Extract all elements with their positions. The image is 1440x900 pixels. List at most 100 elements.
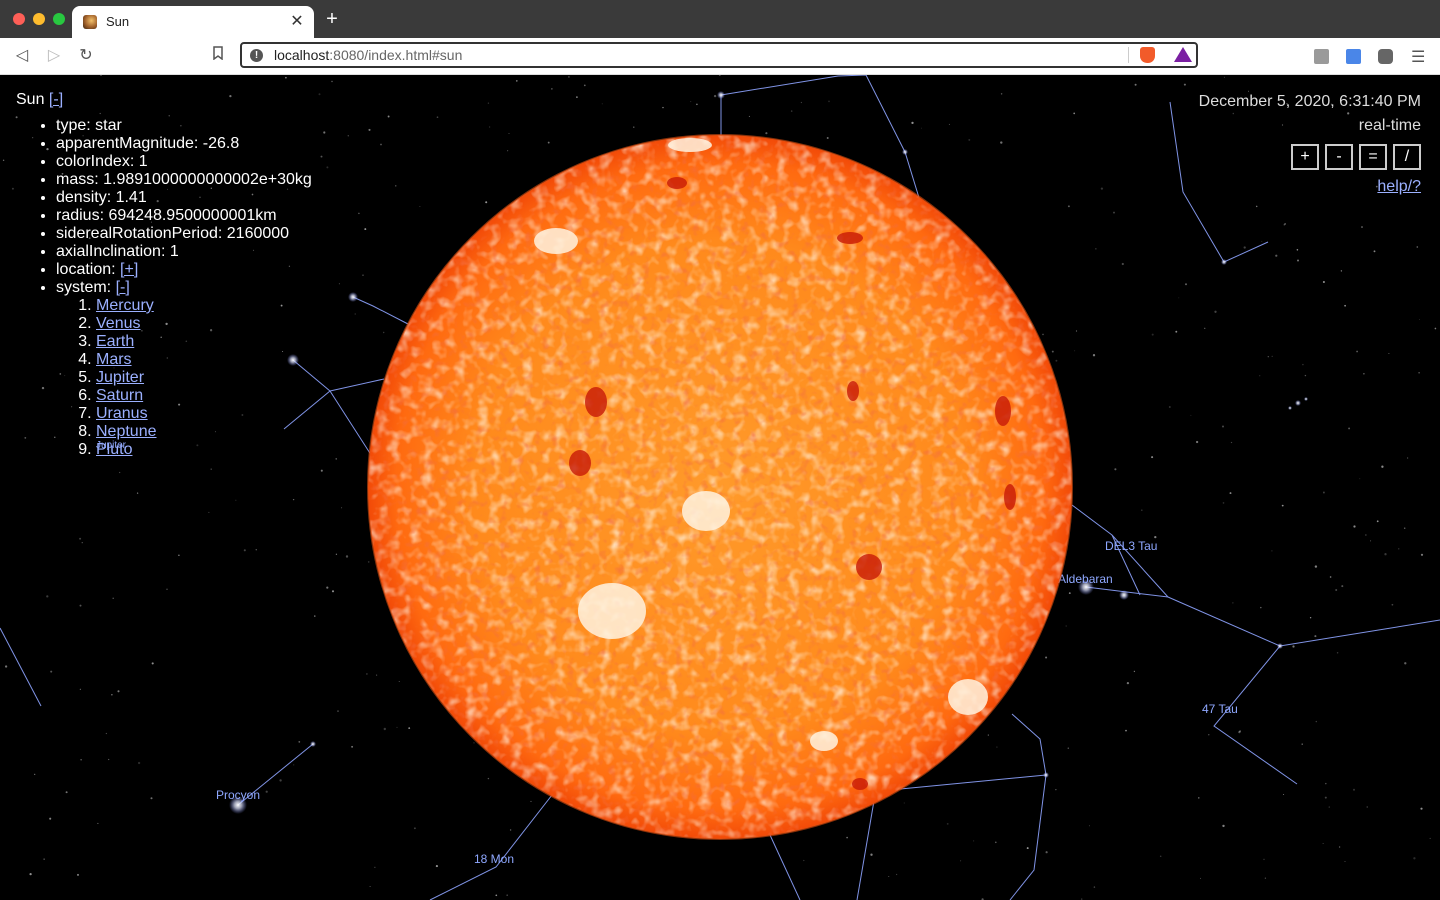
slow-down-button[interactable]: -	[1325, 144, 1353, 170]
collapse-system-link[interactable]: [-]	[116, 279, 130, 296]
planet-link-mercury[interactable]: Mercury	[96, 297, 154, 314]
address-bar[interactable]: ! localhost:8080/index.html#sun	[240, 42, 1198, 68]
background-star	[210, 468, 212, 470]
background-star	[1067, 747, 1070, 749]
property-density: density: 1.41	[56, 189, 312, 207]
back-icon[interactable]: ◁	[12, 46, 32, 66]
background-star	[436, 116, 439, 119]
background-star	[387, 115, 390, 118]
browser-toolbar: ◁ ▷ ↻ ! localhost:8080/index.html#sun ☰	[0, 38, 1440, 75]
background-star	[1381, 465, 1384, 468]
background-star	[1183, 83, 1186, 86]
background-star	[1344, 860, 1346, 862]
background-star	[487, 777, 490, 780]
background-star	[1239, 730, 1241, 732]
background-star	[485, 201, 488, 204]
background-star	[1198, 797, 1200, 799]
background-star	[1126, 681, 1130, 685]
background-star	[718, 75, 721, 76]
background-star	[488, 126, 491, 128]
planet-link-earth[interactable]: Earth	[96, 333, 134, 350]
planet-link-saturn[interactable]: Saturn	[96, 387, 143, 404]
site-info-icon[interactable]: !	[250, 49, 263, 62]
background-star	[1168, 406, 1171, 408]
background-star	[1314, 635, 1317, 638]
menu-icon[interactable]: ☰	[1411, 47, 1425, 67]
star-label-procyon[interactable]: Procyon	[216, 788, 260, 802]
reverse-button[interactable]: /	[1393, 144, 1421, 170]
extension-icon[interactable]	[1314, 49, 1329, 64]
background-star	[800, 101, 803, 104]
background-star	[948, 123, 950, 125]
background-star	[1067, 205, 1070, 208]
property-axial-inclination: axialInclination: 1	[56, 243, 312, 261]
brave-rewards-icon[interactable]	[1174, 47, 1192, 62]
speed-up-button[interactable]: +	[1291, 144, 1319, 170]
background-star	[435, 865, 438, 868]
reload-icon[interactable]: ↻	[76, 46, 96, 66]
background-star	[487, 102, 490, 104]
background-star	[2, 159, 5, 162]
star-label-del3-tau[interactable]: DEL3 Tau	[1105, 539, 1157, 553]
background-star	[1359, 478, 1361, 480]
planet-link-uranus[interactable]: Uranus	[96, 405, 148, 422]
background-star	[1175, 330, 1178, 333]
background-star	[341, 507, 343, 509]
planet-link-jupiter[interactable]: Jupiter	[96, 369, 144, 386]
star-label-aldebaran[interactable]: Aldebaran	[1058, 572, 1113, 586]
background-star	[4, 665, 8, 668]
translate-icon[interactable]	[1346, 49, 1361, 64]
background-star	[395, 185, 397, 187]
collapse-info-link[interactable]: [-]	[49, 91, 63, 108]
close-tab-icon[interactable]: ✕	[288, 11, 306, 31]
star-label-47-tau[interactable]: 47 Tau	[1202, 702, 1238, 716]
background-star	[1271, 355, 1273, 358]
background-star	[46, 595, 49, 598]
planet-link-venus[interactable]: Venus	[96, 315, 140, 332]
background-star	[870, 853, 873, 856]
background-star	[345, 555, 349, 558]
background-star	[1366, 806, 1368, 808]
system-item: Jupiter	[96, 369, 312, 387]
minimize-window-button[interactable]	[33, 13, 45, 25]
sun-sphere[interactable]	[367, 134, 1073, 840]
background-star	[996, 746, 998, 748]
background-star	[335, 458, 337, 460]
real-time-button[interactable]: =	[1359, 144, 1387, 170]
background-star	[1283, 793, 1285, 796]
background-star	[398, 681, 400, 682]
background-star	[1309, 617, 1312, 619]
star-label-18-mon[interactable]: 18 Mon	[474, 852, 514, 866]
system-item: Mercury	[96, 297, 312, 315]
maximize-window-button[interactable]	[53, 13, 65, 25]
new-tab-button[interactable]: +	[322, 9, 342, 29]
background-star	[77, 873, 79, 876]
background-star	[1221, 425, 1225, 428]
close-window-button[interactable]	[13, 13, 25, 25]
background-star	[1264, 877, 1267, 879]
background-star	[530, 800, 532, 802]
help-link[interactable]: help/?	[1199, 178, 1421, 196]
property-mass: mass: 1.9891000000000002e+30kg	[56, 171, 312, 189]
property-location: location: [+]	[56, 261, 312, 279]
planet-link-mars[interactable]: Mars	[96, 351, 132, 368]
background-star	[1398, 548, 1400, 550]
bookmark-icon[interactable]	[208, 46, 228, 66]
background-star	[1340, 270, 1343, 272]
background-star	[1322, 491, 1325, 494]
property-radius: radius: 694248.9500000001km	[56, 207, 312, 225]
jupiter-tooltip: Jupiter	[96, 440, 127, 451]
background-star	[1000, 93, 1003, 95]
background-star	[1208, 734, 1210, 736]
forward-icon[interactable]: ▷	[44, 46, 64, 66]
browser-tab[interactable]: Sun ✕	[72, 6, 314, 38]
background-star	[828, 100, 830, 103]
expand-location-link[interactable]: [+]	[120, 261, 138, 278]
puzzle-extensions-icon[interactable]	[1378, 49, 1393, 64]
brave-shields-icon[interactable]	[1140, 47, 1155, 63]
background-star	[1222, 502, 1225, 504]
background-star	[396, 726, 398, 728]
background-star	[1195, 440, 1199, 444]
space-viewer[interactable]: DEL3 Tau Aldebaran 47 Tau Procyon 18 Mon	[0, 75, 1440, 900]
background-star	[1391, 603, 1394, 606]
